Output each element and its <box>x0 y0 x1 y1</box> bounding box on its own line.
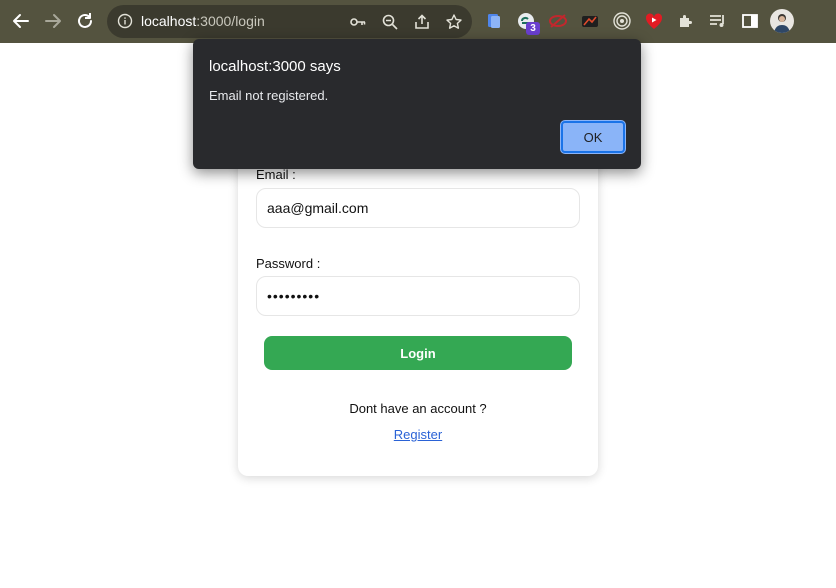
email-field[interactable]: aaa@gmail.com <box>256 188 580 228</box>
url-text[interactable]: localhost:3000/login <box>141 13 265 29</box>
side-panel-icon[interactable] <box>739 10 761 32</box>
dialog-message: Email not registered. <box>209 88 329 103</box>
alert-dialog: localhost:3000 says Email not registered… <box>193 39 641 169</box>
zoom-out-icon[interactable] <box>380 12 400 32</box>
key-icon[interactable] <box>348 12 368 32</box>
login-button[interactable]: Login <box>264 336 572 370</box>
password-label: Password : <box>256 256 321 271</box>
docs-extension-icon[interactable] <box>483 10 505 32</box>
url-path: :3000/login <box>196 13 265 29</box>
ok-button[interactable]: OK <box>561 121 625 153</box>
back-button[interactable] <box>8 8 34 34</box>
browser-toolbar: localhost:3000/login 3 <box>0 0 836 43</box>
no-account-text: Dont have an account ? <box>349 401 487 416</box>
arrow-right-icon <box>45 14 61 28</box>
youtube-extension-icon[interactable] <box>643 10 665 32</box>
star-icon[interactable] <box>444 12 464 32</box>
email-label: Email : <box>256 167 296 182</box>
forward-button[interactable] <box>40 8 66 34</box>
login-card: Email : aaa@gmail.com Password : •••••••… <box>238 140 598 476</box>
reload-icon <box>78 13 92 28</box>
address-bar[interactable]: localhost:3000/login <box>107 5 472 38</box>
register-link[interactable]: Register <box>238 427 598 442</box>
share-icon[interactable] <box>412 12 432 32</box>
info-icon[interactable] <box>117 13 133 29</box>
password-field[interactable]: ••••••••• <box>256 276 580 316</box>
media-icon[interactable] <box>707 10 729 32</box>
game-extension-icon[interactable] <box>579 10 601 32</box>
reload-button[interactable] <box>72 8 98 34</box>
target-extension-icon[interactable] <box>611 10 633 32</box>
arrow-left-icon <box>13 14 29 28</box>
dialog-title: localhost:3000 says <box>209 58 341 75</box>
avatar[interactable] <box>770 9 794 33</box>
url-host: localhost <box>141 13 197 29</box>
extension-badge: 3 <box>526 22 540 35</box>
puzzle-icon[interactable] <box>675 10 697 32</box>
eye-off-extension-icon[interactable] <box>547 10 569 32</box>
